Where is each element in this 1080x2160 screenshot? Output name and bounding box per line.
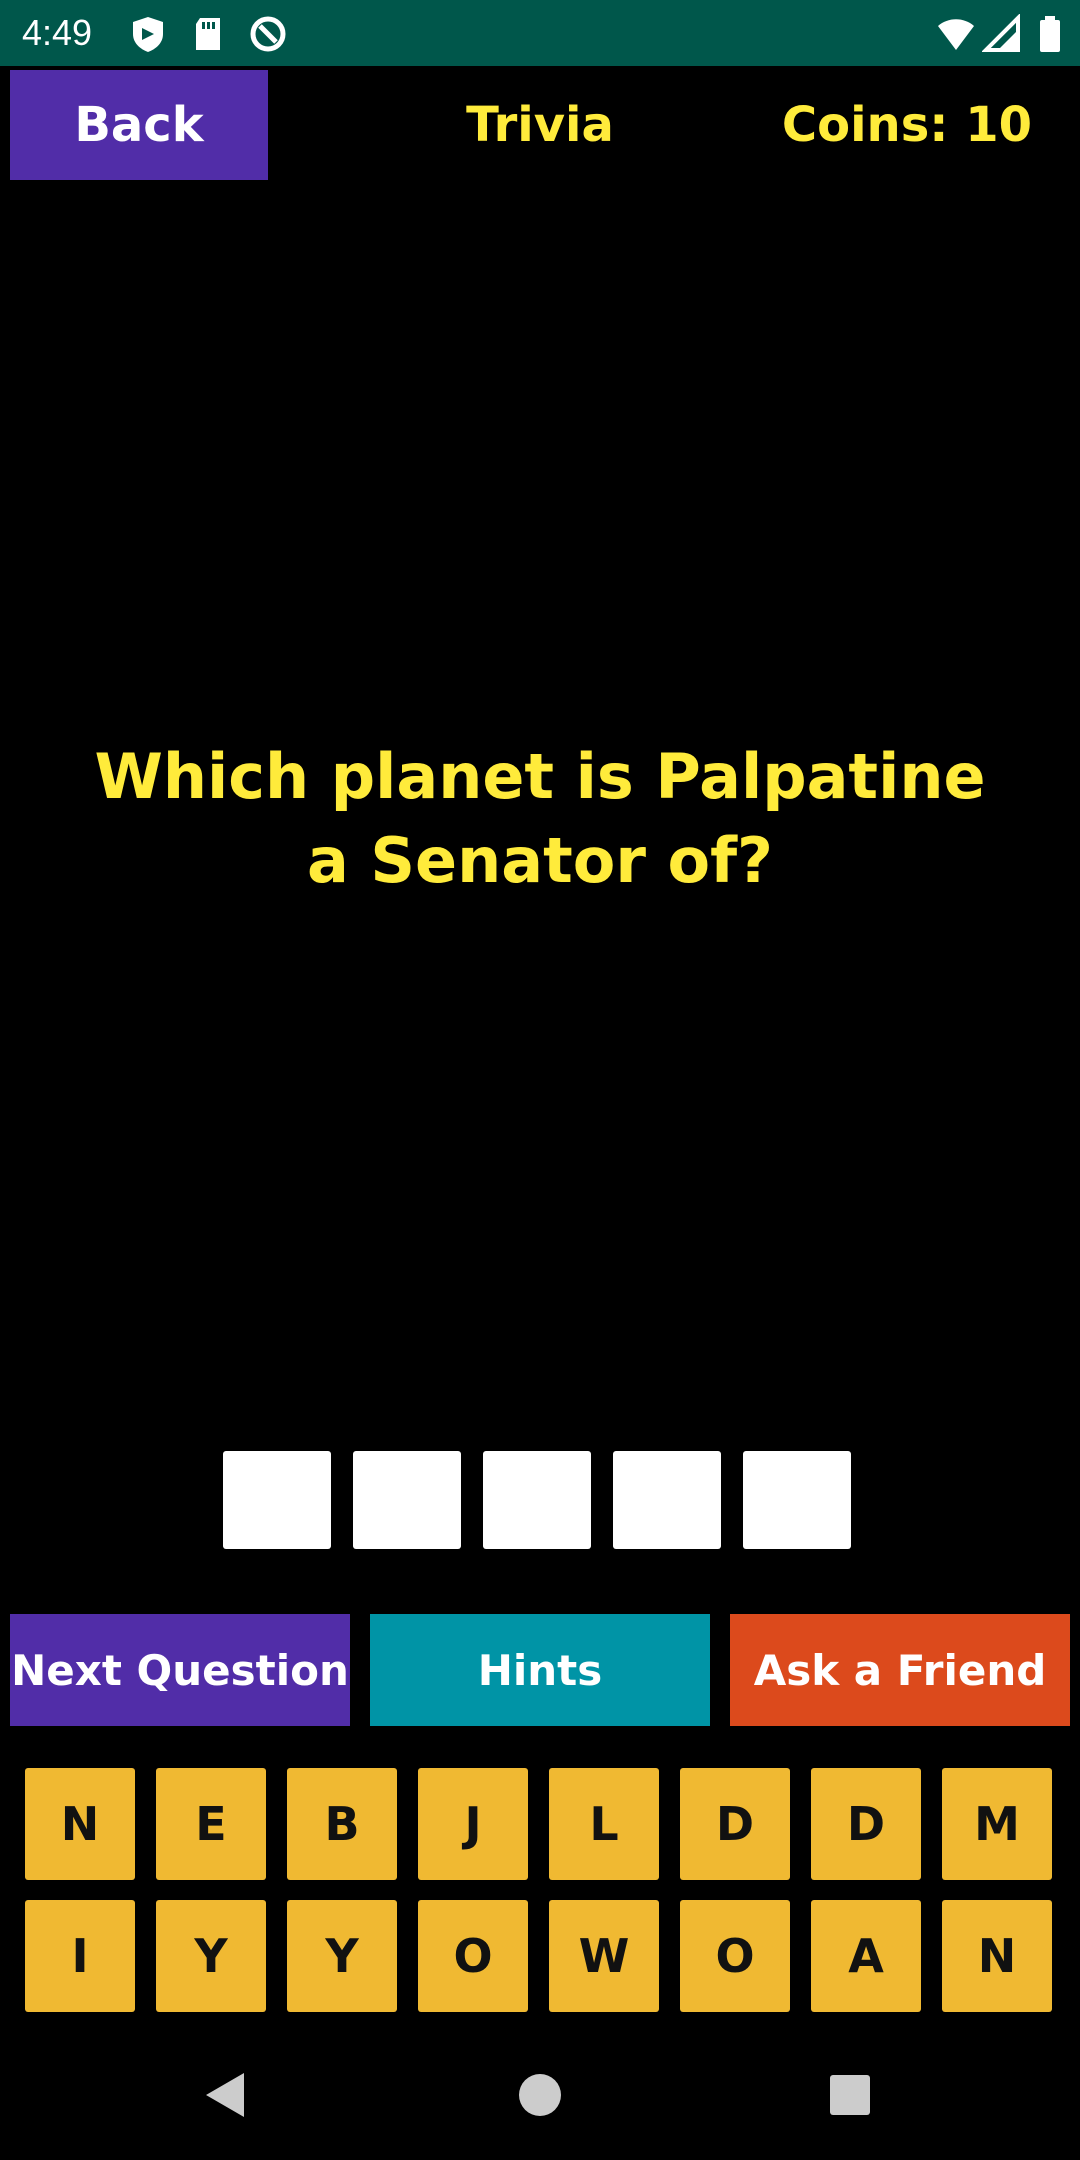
letter-key[interactable]: O xyxy=(418,1900,528,2012)
home-circle-icon[interactable] xyxy=(510,2065,570,2125)
shield-icon xyxy=(128,14,168,54)
letter-key[interactable]: W xyxy=(549,1900,659,2012)
system-nav-bar xyxy=(0,2030,1080,2160)
letter-key[interactable]: M xyxy=(942,1768,1052,1880)
letter-key[interactable]: O xyxy=(680,1900,790,2012)
coins-counter: Coins: 10 xyxy=(781,97,1032,153)
ask-a-friend-button[interactable]: Ask a Friend xyxy=(730,1614,1070,1726)
letter-key[interactable]: Y xyxy=(287,1900,397,2012)
next-question-button[interactable]: Next Question xyxy=(10,1614,350,1726)
sd-card-icon xyxy=(188,14,228,54)
answer-slot[interactable] xyxy=(223,1451,331,1549)
wifi-icon xyxy=(936,14,976,54)
status-time: 4:49 xyxy=(22,12,93,53)
answer-slot[interactable] xyxy=(353,1451,461,1549)
letter-key[interactable]: N xyxy=(942,1900,1052,2012)
answer-slots xyxy=(223,1451,851,1549)
back-triangle-icon[interactable] xyxy=(196,2065,256,2125)
letter-keyboard: N E B J L D D M I Y Y O W O A N xyxy=(25,1768,1055,2012)
hints-button[interactable]: Hints xyxy=(370,1614,710,1726)
back-button[interactable]: Back xyxy=(10,70,268,180)
letter-key[interactable]: E xyxy=(156,1768,266,1880)
letter-key[interactable]: Y xyxy=(156,1900,266,2012)
letter-key[interactable]: A xyxy=(811,1900,921,2012)
recents-square-icon[interactable] xyxy=(820,2065,880,2125)
letter-key[interactable]: J xyxy=(418,1768,528,1880)
screen-title: Trivia xyxy=(466,97,614,153)
answer-slot[interactable] xyxy=(613,1451,721,1549)
letter-key[interactable]: D xyxy=(811,1768,921,1880)
sync-icon xyxy=(248,14,288,54)
answer-slot[interactable] xyxy=(743,1451,851,1549)
letter-key[interactable]: N xyxy=(25,1768,135,1880)
question-text: Which planet is Palpatine a Senator of? xyxy=(94,740,986,897)
letter-key[interactable]: L xyxy=(549,1768,659,1880)
letter-key[interactable]: I xyxy=(25,1900,135,2012)
battery-icon xyxy=(1030,14,1070,54)
signal-icon xyxy=(981,13,1022,54)
letter-key[interactable]: D xyxy=(680,1768,790,1880)
answer-slot[interactable] xyxy=(483,1451,591,1549)
letter-key[interactable]: B xyxy=(287,1768,397,1880)
status-bar: 4:49 xyxy=(0,0,1080,66)
